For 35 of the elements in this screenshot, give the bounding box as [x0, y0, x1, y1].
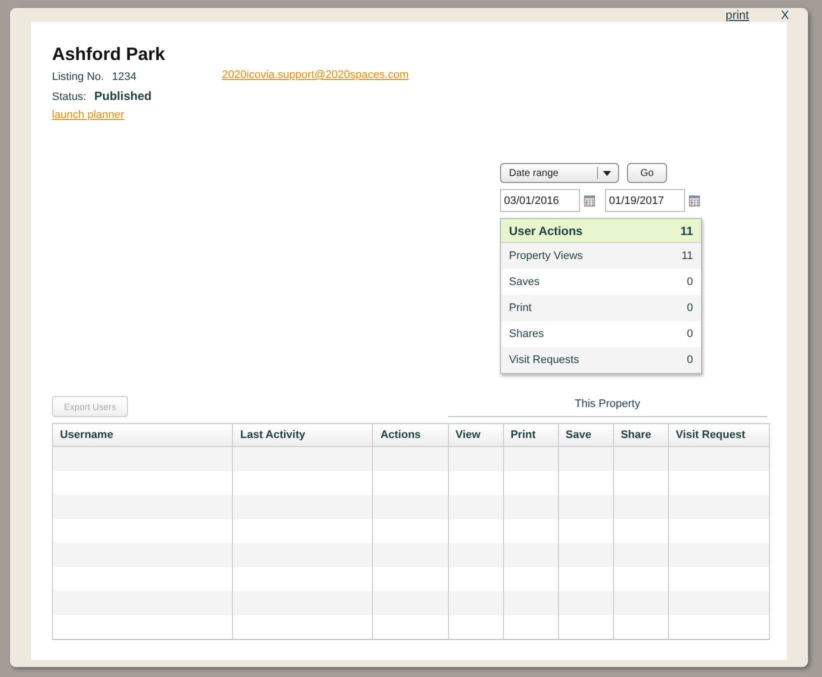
status-label: Status: — [52, 91, 86, 103]
calendar-icon[interactable] — [584, 194, 595, 208]
start-date-field[interactable]: 03/01/2016 — [500, 189, 580, 212]
column-header[interactable]: Actions — [372, 424, 448, 446]
action-count: 0 — [686, 328, 693, 340]
action-label: Print — [509, 302, 532, 314]
action-label: Shares — [509, 328, 544, 340]
column-header[interactable]: Username — [52, 424, 233, 446]
close-button[interactable]: X — [775, 8, 795, 22]
column-header[interactable]: Print — [503, 424, 558, 446]
caret-icon — [603, 170, 611, 176]
action-label: Visit Requests — [509, 354, 580, 366]
end-date-field[interactable]: 01/19/2017 — [605, 189, 685, 212]
column-header[interactable]: Save — [558, 424, 614, 446]
print-link[interactable]: print — [726, 8, 749, 22]
column-header[interactable]: Visit Request — [668, 424, 770, 446]
property-name: Ashford Park — [52, 44, 166, 65]
action-count: 11 — [682, 250, 693, 262]
column-header[interactable]: Last Activity — [232, 424, 373, 446]
action-count: 0 — [686, 302, 693, 314]
card-title: User Actions — [509, 224, 583, 238]
listing-label: Listing No. — [52, 71, 104, 83]
status-value: Published — [94, 89, 152, 103]
date-range-select[interactable]: Date range — [500, 163, 619, 183]
listing-number: 1234 — [112, 71, 136, 83]
column-header[interactable]: Share — [613, 424, 668, 446]
go-button[interactable]: Go — [627, 163, 667, 183]
action-label: Property Views — [509, 250, 583, 262]
action-count: 0 — [686, 354, 693, 366]
group-heading: This Property — [448, 394, 767, 417]
calendar-icon[interactable] — [689, 194, 700, 208]
action-label: Saves — [509, 276, 540, 288]
total-count: 11 — [680, 224, 693, 238]
action-count: 0 — [686, 276, 693, 288]
column-header[interactable]: View — [448, 424, 504, 446]
